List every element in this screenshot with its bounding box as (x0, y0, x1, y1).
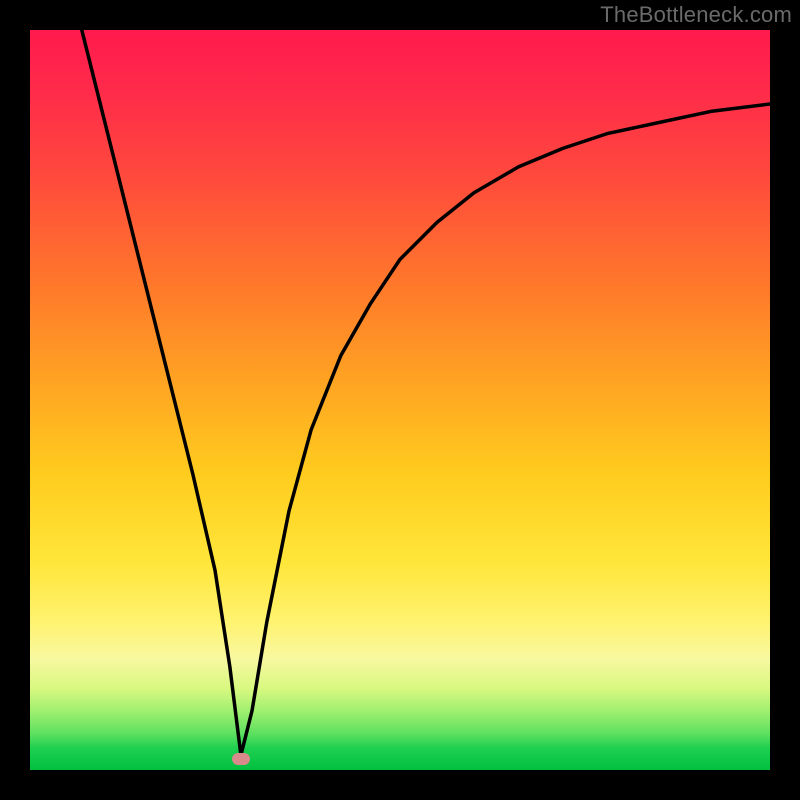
optimal-point-marker (232, 753, 250, 765)
chart-frame: TheBottleneck.com (0, 0, 800, 800)
plot-area (30, 30, 770, 770)
bottleneck-curve (30, 30, 770, 770)
watermark-label: TheBottleneck.com (600, 2, 792, 28)
